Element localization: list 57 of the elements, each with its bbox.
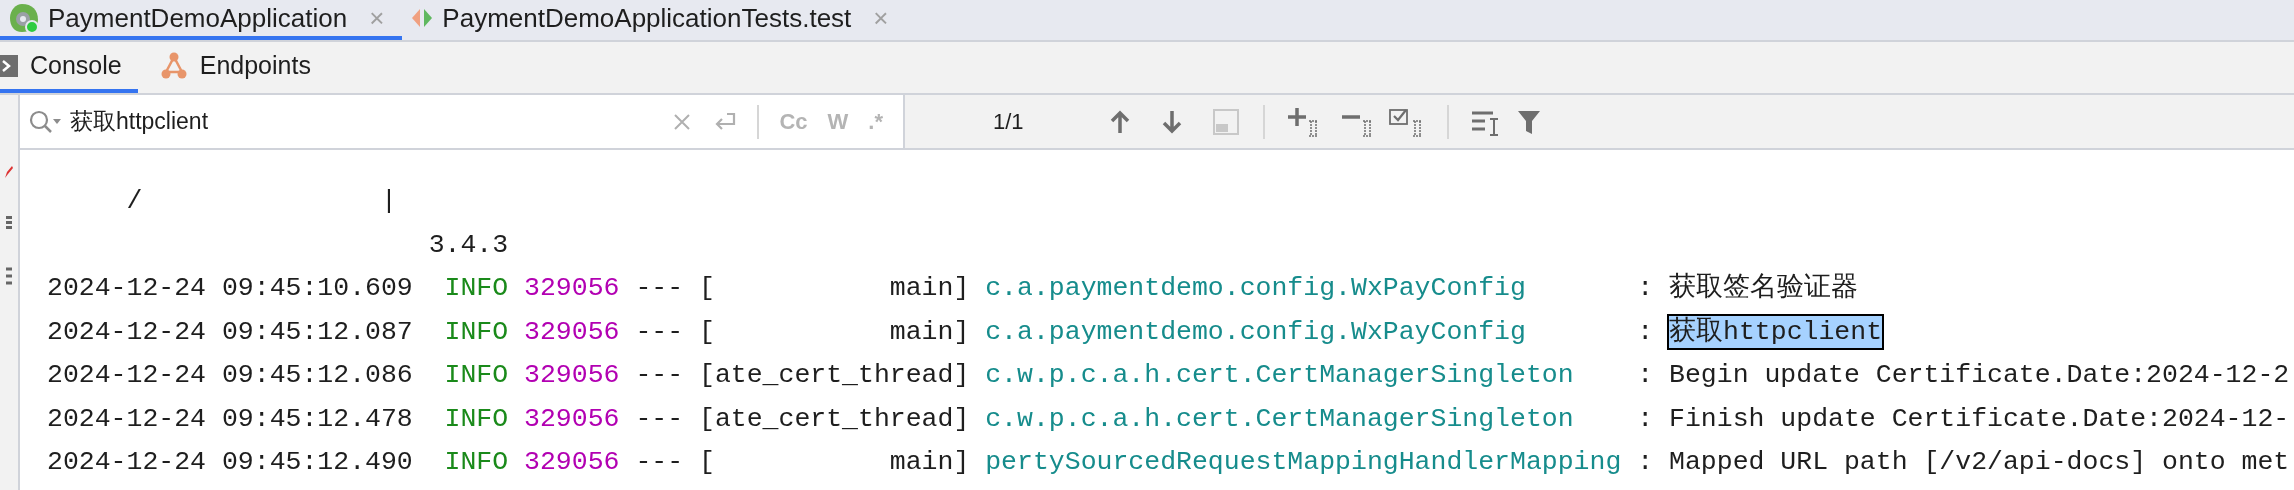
log-message: Mapped URL path [/v2/api-docs] onto met (1669, 446, 2290, 479)
timestamp: 2024-12-24 09:45:12.478 (47, 402, 414, 436)
process-id: 329056 (524, 446, 621, 479)
colon-text: : (1637, 272, 1655, 305)
timestamp: 2024-12-24 09:45:12.490 (47, 446, 414, 479)
thread-name: [ main] (699, 446, 971, 479)
colon-text: : (1637, 402, 1655, 436)
thread-name: [ate_cert_thread] (699, 359, 971, 392)
timestamp: 2024-12-24 09:45:12.086 (47, 359, 414, 392)
process-id: 329056 (524, 272, 621, 305)
separator-text: --- (635, 315, 685, 349)
log-level: INFO (444, 315, 510, 349)
separator-text: --- (635, 359, 685, 392)
log-level: INFO (444, 446, 510, 479)
colon-text: : (1637, 359, 1655, 392)
down-arrow-icon[interactable] (1161, 109, 1183, 134)
process-id: 329056 (524, 315, 621, 349)
nodes-icon (159, 51, 188, 80)
thread-name: [ main] (699, 272, 971, 305)
banner-text: 3.4.3 (427, 229, 509, 260)
logger-name: c.a.paymentdemo.config.WxPayConfig (985, 315, 1527, 349)
log-level: INFO (444, 359, 510, 392)
gutter-icon[interactable] (5, 267, 13, 285)
process-id: 329056 (524, 359, 621, 392)
process-id: 329056 (524, 402, 621, 436)
colon-text: : (1637, 315, 1655, 349)
logger-name: pertySourcedRequestMappingHandlerMapping (985, 446, 1623, 479)
timestamp: 2024-12-24 09:45:12.087 (47, 315, 414, 349)
logger-name: c.w.p.c.a.h.cert.CertManagerSingleton (985, 402, 1575, 436)
log-message: Finish update Certificate.Date:2024-12- (1669, 402, 2290, 436)
search-icon[interactable] (28, 108, 62, 135)
thread-name: [ate_cert_thread] (699, 402, 971, 436)
log-message: Begin update Certificate.Date:2024-12-2 (1669, 359, 2290, 392)
match-count: 1/1 (993, 108, 1025, 136)
thread-name: [ main] (699, 315, 971, 349)
search-field[interactable]: 获取httpclient Cc W .* (20, 95, 905, 148)
tool-tab[interactable]: Endpoints (147, 42, 327, 93)
banner-text: / | (125, 186, 397, 216)
gutter-icon[interactable] (5, 215, 13, 231)
colon-text: : (1637, 446, 1655, 479)
separator-text: --- (635, 272, 685, 305)
filter-icon[interactable] (1517, 108, 1541, 135)
separator-text: --- (635, 446, 685, 479)
separator-text: --- (635, 402, 685, 436)
logger-name: c.w.p.c.a.h.cert.CertManagerSingleton (985, 359, 1575, 392)
log-message: 获取签名验证器 (1669, 271, 1858, 305)
editor-tab[interactable]: PaymentDemoApplicationTests.test × (402, 0, 907, 40)
logger-name: c.a.paymentdemo.config.WxPayConfig (985, 272, 1527, 305)
search-match-text: 获取httpclient (1669, 316, 1883, 349)
search-text: 获取httpclient (70, 107, 209, 137)
timestamp: 2024-12-24 09:45:10.609 (47, 272, 414, 305)
log-level: INFO (444, 272, 510, 305)
up-arrow-icon[interactable] (1109, 109, 1131, 134)
spring-gear-icon (8, 2, 40, 34)
pencil-icon[interactable] (4, 165, 14, 179)
terminal-icon (0, 52, 18, 79)
log-level: INFO (444, 402, 510, 436)
